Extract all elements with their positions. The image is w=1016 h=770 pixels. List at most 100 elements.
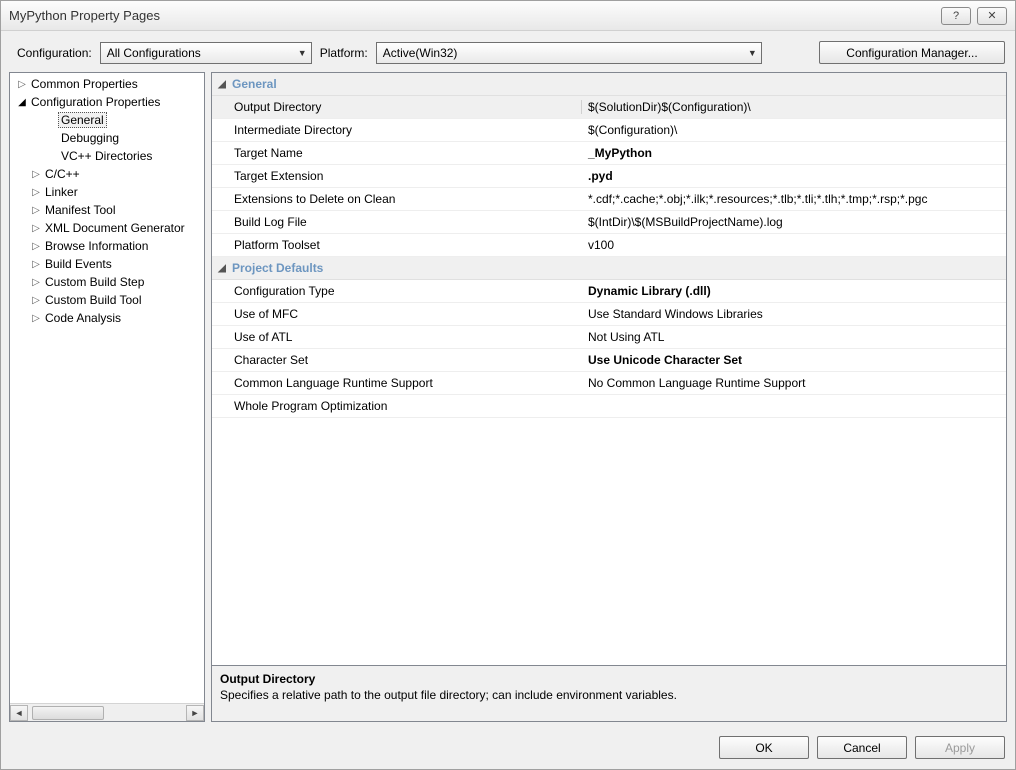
property-name: Whole Program Optimization bbox=[232, 399, 582, 413]
tree-item[interactable]: ▷Linker bbox=[12, 183, 204, 201]
cancel-button[interactable]: Cancel bbox=[817, 736, 907, 759]
property-name: Common Language Runtime Support bbox=[232, 376, 582, 390]
right-pane: ◢GeneralOutput Directory$(SolutionDir)$(… bbox=[211, 72, 1007, 722]
expand-icon[interactable]: ▷ bbox=[30, 277, 42, 288]
tree-item[interactable]: ◢Configuration Properties bbox=[12, 93, 204, 111]
nav-tree[interactable]: ▷Common Properties◢Configuration Propert… bbox=[10, 73, 204, 703]
property-value[interactable]: *.cdf;*.cache;*.obj;*.ilk;*.resources;*.… bbox=[582, 192, 1006, 206]
category-label: General bbox=[232, 77, 582, 91]
property-row[interactable]: Extensions to Delete on Clean*.cdf;*.cac… bbox=[212, 188, 1006, 211]
property-row[interactable]: Output Directory$(SolutionDir)$(Configur… bbox=[212, 96, 1006, 119]
property-value[interactable]: Not Using ATL bbox=[582, 330, 1006, 344]
footer: OK Cancel Apply bbox=[1, 728, 1015, 769]
property-row[interactable]: Intermediate Directory$(Configuration)\ bbox=[212, 119, 1006, 142]
platform-combo[interactable]: Active(Win32) ▼ bbox=[376, 42, 762, 64]
expand-icon[interactable]: ▷ bbox=[16, 79, 28, 90]
apply-button[interactable]: Apply bbox=[915, 736, 1005, 759]
property-name: Target Name bbox=[232, 146, 582, 160]
property-row[interactable]: Character SetUse Unicode Character Set bbox=[212, 349, 1006, 372]
property-row[interactable]: Use of ATLNot Using ATL bbox=[212, 326, 1006, 349]
configuration-manager-button[interactable]: Configuration Manager... bbox=[819, 41, 1005, 64]
config-toolbar: Configuration: All Configurations ▼ Plat… bbox=[1, 31, 1015, 72]
tree-item-label: VC++ Directories bbox=[58, 148, 155, 164]
help-button[interactable]: ? bbox=[941, 7, 971, 25]
platform-value: Active(Win32) bbox=[383, 46, 458, 60]
property-name: Output Directory bbox=[232, 100, 582, 114]
configuration-combo[interactable]: All Configurations ▼ bbox=[100, 42, 312, 64]
scroll-left-button[interactable]: ◄ bbox=[10, 705, 28, 721]
property-value[interactable]: Use Standard Windows Libraries bbox=[582, 307, 1006, 321]
tree-item[interactable]: ▷Custom Build Tool bbox=[12, 291, 204, 309]
tree-item-label: Manifest Tool bbox=[42, 202, 118, 218]
property-value[interactable]: $(Configuration)\ bbox=[582, 123, 1006, 137]
property-row[interactable]: Target Extension.pyd bbox=[212, 165, 1006, 188]
scroll-right-button[interactable]: ► bbox=[186, 705, 204, 721]
tree-item[interactable]: General bbox=[12, 111, 204, 129]
tree-item-label: Custom Build Step bbox=[42, 274, 147, 290]
ok-button[interactable]: OK bbox=[719, 736, 809, 759]
property-value[interactable]: .pyd bbox=[582, 169, 1006, 183]
configuration-value: All Configurations bbox=[107, 46, 201, 60]
tree-item[interactable]: VC++ Directories bbox=[12, 147, 204, 165]
tree-item[interactable]: ▷Manifest Tool bbox=[12, 201, 204, 219]
property-value[interactable]: $(SolutionDir)$(Configuration)\ bbox=[582, 100, 1006, 114]
window-title: MyPython Property Pages bbox=[9, 8, 935, 23]
property-row[interactable]: Whole Program Optimization bbox=[212, 395, 1006, 418]
property-grid-body[interactable]: ◢GeneralOutput Directory$(SolutionDir)$(… bbox=[212, 73, 1006, 665]
close-button[interactable]: ✕ bbox=[977, 7, 1007, 25]
expand-icon[interactable]: ▷ bbox=[30, 295, 42, 306]
property-row[interactable]: Use of MFCUse Standard Windows Libraries bbox=[212, 303, 1006, 326]
expand-icon[interactable]: ▷ bbox=[30, 259, 42, 270]
property-row[interactable]: Common Language Runtime SupportNo Common… bbox=[212, 372, 1006, 395]
tree-item[interactable]: ▷Code Analysis bbox=[12, 309, 204, 327]
tree-item[interactable]: ▷XML Document Generator bbox=[12, 219, 204, 237]
tree-item[interactable]: Debugging bbox=[12, 129, 204, 147]
property-pages-window: MyPython Property Pages ? ✕ Configuratio… bbox=[0, 0, 1016, 770]
expand-icon[interactable]: ▷ bbox=[30, 169, 42, 180]
property-value[interactable]: v100 bbox=[582, 238, 1006, 252]
platform-label: Platform: bbox=[320, 46, 368, 60]
expand-icon[interactable]: ▷ bbox=[30, 205, 42, 216]
property-value[interactable]: Use Unicode Character Set bbox=[582, 353, 1006, 367]
collapse-icon[interactable]: ◢ bbox=[212, 79, 232, 90]
property-value[interactable]: Dynamic Library (.dll) bbox=[582, 284, 1006, 298]
property-category[interactable]: ◢General bbox=[212, 73, 1006, 96]
tree-item-label: Debugging bbox=[58, 130, 122, 146]
property-row[interactable]: Target Name_MyPython bbox=[212, 142, 1006, 165]
tree-item-label: Browse Information bbox=[42, 238, 151, 254]
tree-item[interactable]: ▷Build Events bbox=[12, 255, 204, 273]
collapse-icon[interactable]: ◢ bbox=[212, 263, 232, 274]
property-name: Intermediate Directory bbox=[232, 123, 582, 137]
property-value[interactable]: $(IntDir)\$(MSBuildProjectName).log bbox=[582, 215, 1006, 229]
expand-icon[interactable]: ▷ bbox=[30, 223, 42, 234]
property-name: Use of ATL bbox=[232, 330, 582, 344]
scroll-thumb[interactable] bbox=[32, 706, 104, 720]
property-value[interactable]: No Common Language Runtime Support bbox=[582, 376, 1006, 390]
tree-item-label: C/C++ bbox=[42, 166, 83, 182]
tree-item-label: Custom Build Tool bbox=[42, 292, 145, 308]
property-category[interactable]: ◢Project Defaults bbox=[212, 257, 1006, 280]
property-row[interactable]: Configuration TypeDynamic Library (.dll) bbox=[212, 280, 1006, 303]
tree-item[interactable]: ▷Browse Information bbox=[12, 237, 204, 255]
expand-icon[interactable]: ▷ bbox=[30, 313, 42, 324]
expand-icon[interactable]: ▷ bbox=[30, 187, 42, 198]
scroll-track[interactable] bbox=[28, 705, 186, 721]
property-name: Target Extension bbox=[232, 169, 582, 183]
tree-item-label: Common Properties bbox=[28, 76, 141, 92]
property-row[interactable]: Build Log File$(IntDir)\$(MSBuildProject… bbox=[212, 211, 1006, 234]
property-row[interactable]: Platform Toolsetv100 bbox=[212, 234, 1006, 257]
property-value[interactable]: _MyPython bbox=[582, 146, 1006, 160]
expand-icon[interactable]: ▷ bbox=[30, 241, 42, 252]
tree-item[interactable]: ▷C/C++ bbox=[12, 165, 204, 183]
tree-item[interactable]: ▷Common Properties bbox=[12, 75, 204, 93]
tree-item-label: Linker bbox=[42, 184, 81, 200]
property-name: Platform Toolset bbox=[232, 238, 582, 252]
tree-item[interactable]: ▷Custom Build Step bbox=[12, 273, 204, 291]
tree-item-label: Configuration Properties bbox=[28, 94, 163, 110]
titlebar: MyPython Property Pages ? ✕ bbox=[1, 1, 1015, 31]
tree-hscrollbar[interactable]: ◄ ► bbox=[10, 703, 204, 721]
tree-item-label: Code Analysis bbox=[42, 310, 124, 326]
collapse-icon[interactable]: ◢ bbox=[16, 97, 28, 108]
property-name: Character Set bbox=[232, 353, 582, 367]
description-title: Output Directory bbox=[220, 672, 998, 686]
